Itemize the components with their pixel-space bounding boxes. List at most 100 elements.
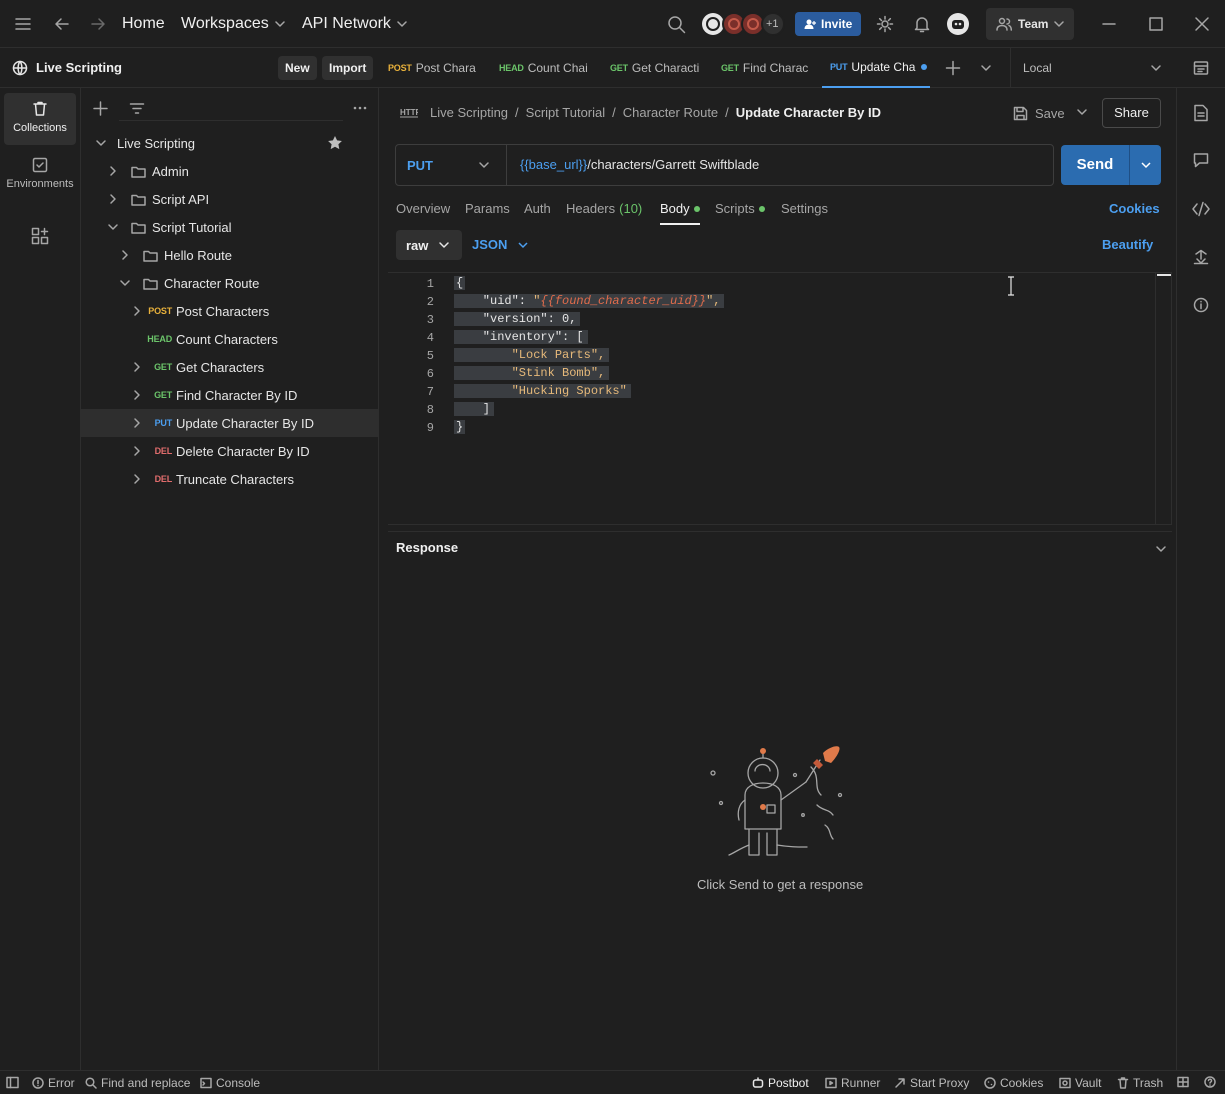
gear-icon[interactable] (876, 15, 894, 33)
home-link[interactable]: Home (122, 15, 165, 33)
tab-method: HEAD (499, 63, 524, 73)
share-button[interactable]: Share (1102, 98, 1161, 128)
breadcrumb-item[interactable]: Script Tutorial (526, 105, 605, 120)
chevron-down-icon (1151, 65, 1161, 71)
environment-quick-look-icon[interactable] (1193, 60, 1209, 76)
tab-params[interactable]: Params (465, 201, 510, 216)
minimize-icon[interactable] (1101, 16, 1117, 32)
tree-request-get-characters[interactable]: GET Get Characters (81, 353, 379, 381)
code-icon[interactable] (1192, 201, 1210, 217)
environment-select[interactable]: Local (1010, 48, 1170, 88)
bell-icon[interactable] (913, 15, 931, 33)
editor-scrollbar[interactable] (1155, 273, 1171, 525)
error-button[interactable]: Error (32, 1076, 75, 1090)
more-options-icon[interactable] (353, 101, 367, 115)
back-arrow-icon[interactable] (53, 15, 71, 33)
tree-request-find-character[interactable]: GET Find Character By ID (81, 381, 379, 409)
plus-icon[interactable] (945, 60, 961, 76)
environments-rail-button[interactable]: Environments (4, 149, 76, 201)
vault-button[interactable]: Vault (1059, 1076, 1101, 1090)
invite-label: Invite (821, 17, 853, 31)
tab-get-characters[interactable]: GET Get Characti (601, 48, 709, 88)
tab-update-character[interactable]: PUT Update Cha (822, 48, 930, 88)
close-icon[interactable] (1194, 16, 1210, 32)
body-editor[interactable]: 1 2 3 4 5 6 7 8 9 { "uid": "{{found_char… (388, 272, 1172, 525)
cookies-button[interactable]: Cookies (984, 1076, 1043, 1090)
collections-rail-button[interactable]: Collections (4, 93, 76, 145)
code-line: "uid": "{{found_character_uid}}", (454, 294, 725, 308)
menu-icon[interactable] (14, 16, 32, 32)
tree-folder-character-route[interactable]: Character Route (81, 269, 379, 297)
tree-collection-live-scripting[interactable]: Live Scripting (81, 129, 379, 157)
send-button[interactable]: Send (1061, 145, 1129, 185)
tab-auth[interactable]: Auth (524, 201, 551, 216)
save-icon (1013, 106, 1028, 120)
search-icon[interactable] (667, 15, 686, 34)
workspaces-menu[interactable]: Workspaces (181, 15, 285, 33)
invite-button[interactable]: Invite (795, 12, 862, 36)
find-replace-button[interactable]: Find and replace (85, 1076, 190, 1090)
tab-find-character[interactable]: GET Find Charac (712, 48, 820, 88)
tab-settings[interactable]: Settings (781, 201, 828, 216)
team-button[interactable]: Team (986, 8, 1075, 40)
filter-input[interactable] (119, 97, 343, 121)
related-collections-icon[interactable] (1193, 249, 1209, 265)
tree-folder-script-tutorial[interactable]: Script Tutorial (81, 213, 379, 241)
toggle-sidebar-icon[interactable] (6, 1076, 19, 1089)
tab-count-characters[interactable]: HEAD Count Chai (490, 48, 598, 88)
beautify-button[interactable]: Beautify (1102, 237, 1153, 252)
workspace-name[interactable]: Live Scripting (36, 60, 122, 75)
start-proxy-button[interactable]: Start Proxy (894, 1076, 969, 1090)
collapse-response-icon[interactable] (1155, 543, 1167, 555)
tree-request-count-characters[interactable]: HEAD Count Characters (81, 325, 379, 353)
breadcrumb-item[interactable]: Character Route (623, 105, 718, 120)
tab-label: Find Charac (742, 61, 809, 75)
request-method: DEL (154, 474, 173, 484)
scrollbar-thumb[interactable] (1157, 274, 1171, 276)
url-input[interactable]: {{base_url}}/characters/Garrett Swiftbla… (520, 157, 759, 172)
comments-icon[interactable] (1193, 152, 1209, 168)
tree-folder-hello-route[interactable]: Hello Route (81, 241, 379, 269)
code-line: "version": 0, (454, 312, 581, 326)
postbot-button[interactable]: Postbot (752, 1076, 809, 1090)
star-icon[interactable] (327, 135, 343, 151)
cookies-link[interactable]: Cookies (1109, 201, 1160, 216)
help-icon[interactable] (1204, 1076, 1216, 1088)
chevron-down-icon[interactable] (980, 62, 992, 74)
send-options-button[interactable] (1129, 145, 1161, 185)
method-select[interactable]: PUT (396, 145, 507, 185)
trash-button[interactable]: Trash (1117, 1076, 1163, 1090)
tab-headers[interactable]: Headers (10) (566, 201, 642, 216)
cookie-icon (984, 1077, 996, 1089)
forward-arrow-icon[interactable] (89, 15, 107, 33)
raw-select[interactable]: raw (396, 230, 462, 260)
json-select[interactable]: JSON (472, 237, 529, 252)
tree-folder-admin[interactable]: Admin (81, 157, 379, 185)
import-button[interactable]: Import (322, 56, 374, 80)
tab-post-characters[interactable]: POST Post Chara (379, 48, 487, 88)
breadcrumb: Live Scripting / Script Tutorial / Chara… (430, 105, 881, 120)
postbot-avatar-icon[interactable] (946, 12, 970, 36)
breadcrumb-item[interactable]: Live Scripting (430, 105, 508, 120)
tab-body[interactable]: Body (660, 201, 700, 225)
tree-request-delete-character[interactable]: DEL Delete Character By ID (81, 437, 379, 465)
save-button[interactable]: Save (1013, 100, 1065, 126)
tree-folder-script-api[interactable]: Script API (81, 185, 379, 213)
chevron-down-icon (120, 280, 130, 286)
tree-request-truncate-characters[interactable]: DEL Truncate Characters (81, 465, 379, 493)
tree-request-update-character[interactable]: PUT Update Character By ID (81, 409, 379, 437)
tree-request-post-characters[interactable]: POST Post Characters (81, 297, 379, 325)
add-collection-icon[interactable] (93, 101, 108, 116)
info-icon[interactable] (1193, 297, 1209, 313)
tab-overview[interactable]: Overview (396, 201, 450, 216)
new-button[interactable]: New (278, 56, 317, 80)
apps-grid-icon[interactable] (31, 227, 49, 245)
tab-scripts[interactable]: Scripts (715, 201, 765, 216)
maximize-icon[interactable] (1148, 16, 1164, 32)
api-network-menu[interactable]: API Network (302, 15, 407, 33)
layout-toggle-icon[interactable] (1177, 1076, 1189, 1088)
runner-button[interactable]: Runner (825, 1076, 880, 1090)
save-options-chevron-icon[interactable] (1076, 106, 1088, 118)
documentation-icon[interactable] (1193, 104, 1209, 122)
console-button[interactable]: Console (200, 1076, 260, 1090)
